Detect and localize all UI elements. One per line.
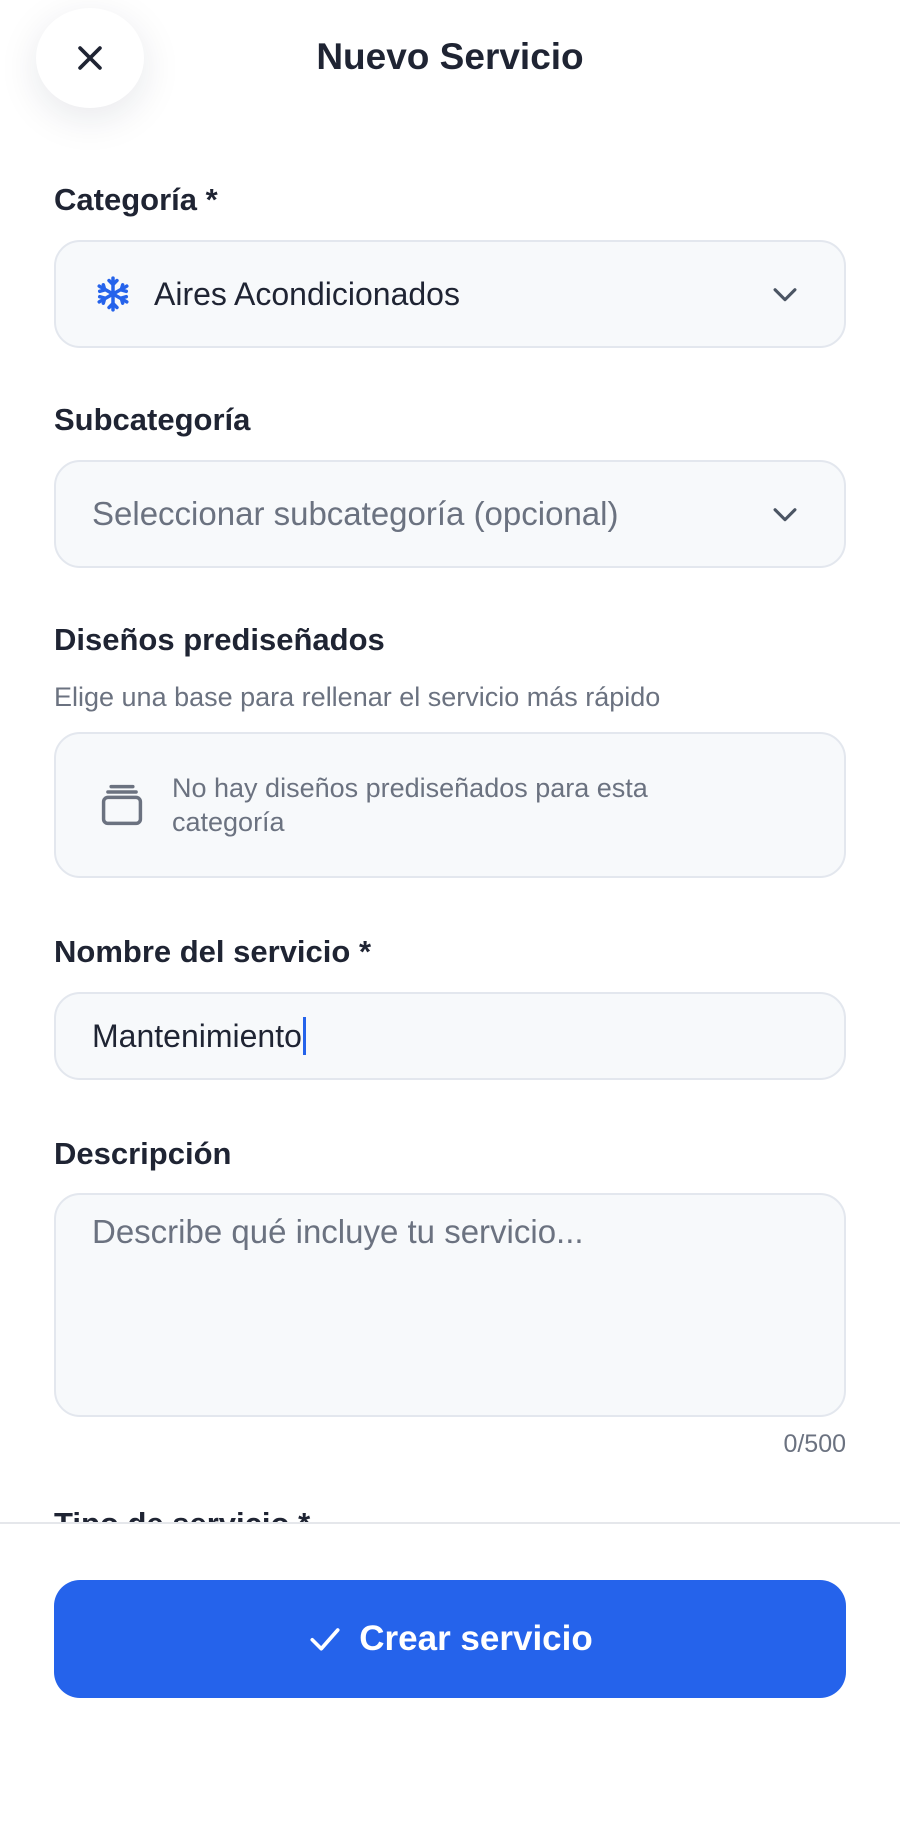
subcategory-placeholder: Seleccionar subcategoría (opcional) xyxy=(92,495,619,532)
service-name-label: Nombre del servicio * xyxy=(54,934,372,969)
service-name-input[interactable]: Mantenimiento xyxy=(54,992,846,1080)
next-section-label-clip: Tipo de servicio * xyxy=(54,1506,454,1522)
category-select[interactable]: Aires Acondicionados xyxy=(54,240,846,348)
description-counter: 0/500 xyxy=(783,1430,846,1458)
subcategory-label: Subcategoría xyxy=(54,402,251,437)
templates-hint: Elige una base para rellenar el servicio… xyxy=(54,682,661,712)
description-placeholder: Describe qué incluye tu servicio... xyxy=(92,1213,584,1250)
service-name-value: Mantenimiento xyxy=(92,1017,302,1054)
templates-empty-state: No hay diseños prediseñados para esta ca… xyxy=(54,732,846,878)
description-label: Descripción xyxy=(54,1136,232,1171)
chevron-down-icon xyxy=(773,288,797,302)
check-icon xyxy=(310,1628,340,1651)
snowflake-icon xyxy=(97,276,129,312)
create-service-label: Crear servicio xyxy=(359,1619,593,1658)
next-section-label: Tipo de servicio * xyxy=(54,1506,310,1522)
header: Nuevo Servicio xyxy=(0,0,900,120)
text-caret xyxy=(302,1017,306,1055)
subcategory-select[interactable]: Seleccionar subcategoría (opcional) xyxy=(54,460,846,568)
page-title: Nuevo Servicio xyxy=(316,36,584,77)
category-label: Categoría * xyxy=(54,182,218,217)
chevron-down-icon xyxy=(773,508,797,522)
create-service-button[interactable]: Crear servicio xyxy=(54,1580,846,1698)
templates-empty-text: No hay diseños prediseñados para esta ca… xyxy=(172,773,648,837)
description-textarea[interactable]: Describe qué incluye tu servicio... xyxy=(54,1193,846,1417)
footer: Crear servicio xyxy=(0,1522,900,1825)
templates-label: Diseños prediseñados xyxy=(54,622,385,657)
stack-icon xyxy=(101,784,143,826)
new-service-screen: Nuevo Servicio Categoría * Aires Acondic… xyxy=(0,0,900,1825)
category-value: Aires Acondicionados xyxy=(154,275,460,312)
